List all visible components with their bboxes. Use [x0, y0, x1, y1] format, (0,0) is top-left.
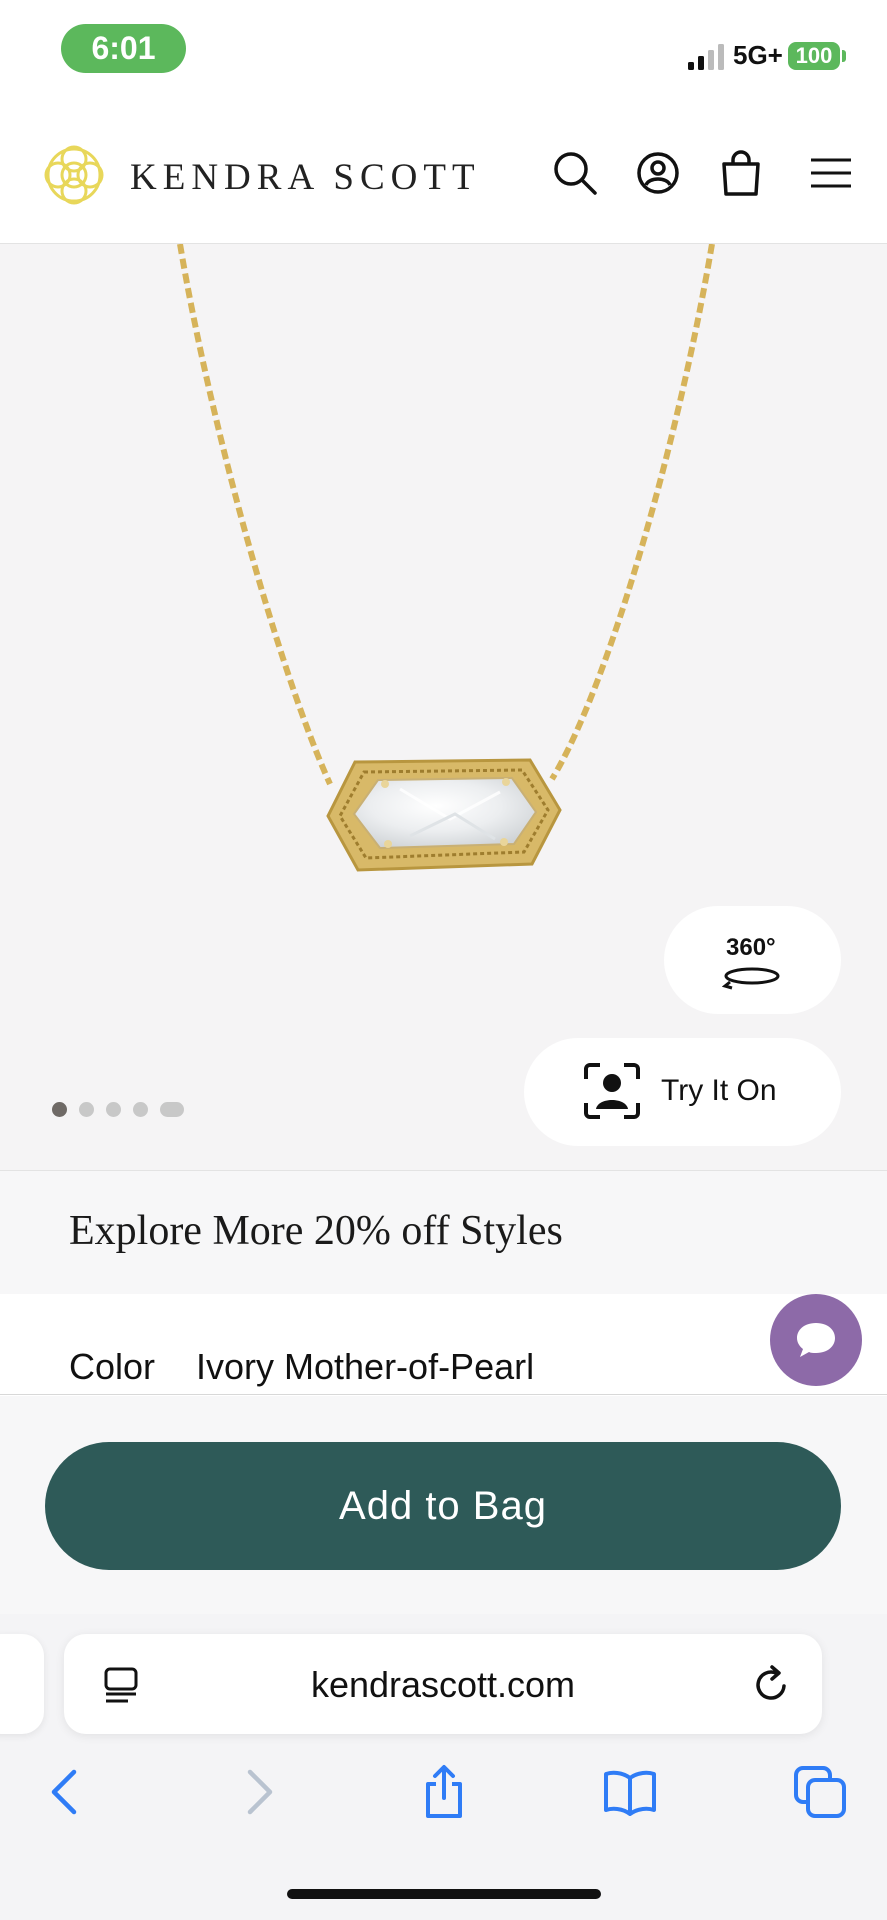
status-bar: 6:01 5G+ 100 — [0, 0, 887, 110]
view-360-label: 360° — [726, 934, 776, 961]
reload-icon[interactable] — [750, 1664, 792, 1706]
address-bar[interactable]: kendrascott.com — [64, 1634, 822, 1734]
rotate-360-icon — [722, 967, 780, 990]
pagination-dot[interactable] — [106, 1102, 121, 1117]
menu-icon[interactable] — [808, 150, 854, 196]
color-value: Ivory Mother-of-Pearl — [196, 1346, 535, 1387]
share-icon[interactable] — [416, 1764, 472, 1820]
home-indicator[interactable] — [287, 1889, 601, 1899]
add-to-bag-section: Add to Bag — [0, 1396, 887, 1615]
cellular-signal-icon — [688, 44, 724, 70]
chat-bubble-icon — [797, 1323, 835, 1357]
shopping-bag-icon[interactable] — [718, 150, 764, 196]
search-icon[interactable] — [552, 150, 598, 196]
back-arrow-icon[interactable] — [38, 1764, 94, 1820]
tabs-icon[interactable] — [792, 1764, 848, 1820]
try-it-on-button[interactable]: Try It On — [524, 1038, 841, 1146]
network-type: 5G+ — [733, 40, 783, 70]
chat-button[interactable] — [770, 1294, 862, 1386]
status-time: 6:01 — [61, 24, 186, 73]
color-selector-row: Color Ivory Mother-of-Pearl — [0, 1294, 887, 1395]
site-header: KENDRA SCOTT — [0, 110, 887, 244]
try-it-on-label: Try It On — [661, 1074, 777, 1107]
product-image-gallery[interactable]: 360° Try It On — [0, 244, 887, 1170]
kendra-scott-logo-icon[interactable] — [36, 137, 112, 213]
safari-toolbar: kendrascott.com — [0, 1614, 887, 1920]
add-to-bag-button[interactable]: Add to Bag — [45, 1442, 841, 1570]
face-scan-icon — [584, 1063, 640, 1119]
account-icon[interactable] — [635, 150, 681, 196]
pagination-dot[interactable] — [133, 1102, 148, 1117]
pagination-dot-video[interactable] — [160, 1102, 184, 1117]
color-label: Color — [69, 1346, 156, 1387]
product-image-necklace — [177, 244, 715, 872]
pagination-dot[interactable] — [79, 1102, 94, 1117]
explore-more-banner[interactable]: Explore More 20% off Styles — [0, 1170, 887, 1295]
pagination-dot-active[interactable] — [52, 1102, 67, 1117]
forward-arrow-icon[interactable] — [230, 1764, 286, 1820]
previous-tab-preview[interactable] — [0, 1634, 44, 1734]
battery-indicator: 100 — [788, 42, 840, 70]
bookmarks-icon[interactable] — [602, 1764, 658, 1820]
view-360-button[interactable]: 360° — [664, 906, 841, 1014]
explore-more-link[interactable]: Explore More 20% off Styles — [69, 1207, 563, 1255]
battery-tip — [842, 50, 846, 62]
brand-name[interactable]: KENDRA SCOTT — [130, 156, 481, 199]
url-text: kendrascott.com — [310, 1664, 576, 1705]
